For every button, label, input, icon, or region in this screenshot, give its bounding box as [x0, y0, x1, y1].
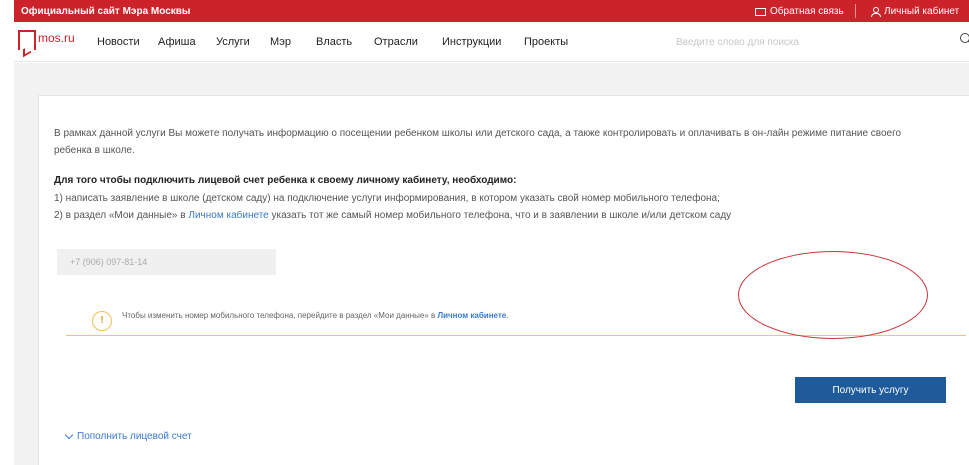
chevron-down-icon [64, 430, 74, 440]
phone-number-field[interactable] [57, 249, 276, 275]
user-icon [871, 6, 881, 17]
nav-item-instructions[interactable]: Инструкции [442, 36, 501, 48]
notice-text-after: . [506, 311, 509, 320]
mos-logo[interactable]: mos.ru [18, 30, 75, 50]
cabinet-label: Личный кабинет [884, 6, 960, 17]
top-bar: Официальный сайт Мэра Москвы Обратная св… [14, 0, 969, 22]
nav-item-government[interactable]: Власть [316, 36, 352, 48]
personal-cabinet-link[interactable]: Личный кабинет [871, 6, 959, 17]
nav-item-projects[interactable]: Проекты [524, 36, 568, 48]
get-service-button[interactable]: Получить услугу [795, 377, 946, 403]
search-icon[interactable] [960, 33, 969, 45]
nav-item-sectors[interactable]: Отрасли [374, 36, 418, 48]
warning-icon: ! [92, 311, 112, 331]
feedback-label: Обратная связь [770, 6, 844, 17]
feedback-link[interactable]: Обратная связь [755, 6, 844, 17]
highlight-ellipse [738, 251, 928, 339]
notice-text: Чтобы изменить номер мобильного телефона… [122, 311, 508, 320]
instruction-step-1: 1) написать заявление в школе (детском с… [54, 193, 720, 204]
topbar-divider [855, 4, 856, 18]
service-description: В рамках данной услуги Вы можете получат… [54, 128, 902, 156]
nav-item-mayor[interactable]: Мэр [270, 36, 291, 48]
mail-icon [755, 7, 766, 16]
instruction-step-2: 2) в раздел «Мои данные» в Личном кабине… [54, 210, 731, 221]
logo-mark-icon [18, 30, 36, 50]
notice-text-before: Чтобы изменить номер мобильного телефона… [122, 311, 438, 320]
nav-item-afisha[interactable]: Афиша [158, 36, 196, 48]
search-input[interactable] [676, 34, 946, 50]
nav-item-news[interactable]: Новости [97, 36, 140, 48]
main-navigation: mos.ru Новости Афиша Услуги Мэр Власть О… [14, 22, 969, 62]
nav-item-services[interactable]: Услуги [216, 36, 250, 48]
instructions-heading: Для того чтобы подключить лицевой счет р… [54, 175, 517, 186]
logo-text: mos.ru [38, 31, 75, 45]
notice-cabinet-link[interactable]: Личном кабинете [437, 311, 506, 320]
topup-label: Пополнить лицевой счет [77, 431, 192, 442]
personal-cabinet-inline-link[interactable]: Личном кабинете [188, 210, 268, 221]
step2-text-before: 2) в раздел «Мои данные» в [54, 210, 189, 221]
site-title[interactable]: Официальный сайт Мэра Москвы [21, 6, 190, 17]
topup-account-link[interactable]: Пополнить лицевой счет [64, 430, 192, 442]
step2-text-after: указать тот же самый номер мобильного те… [268, 210, 732, 221]
